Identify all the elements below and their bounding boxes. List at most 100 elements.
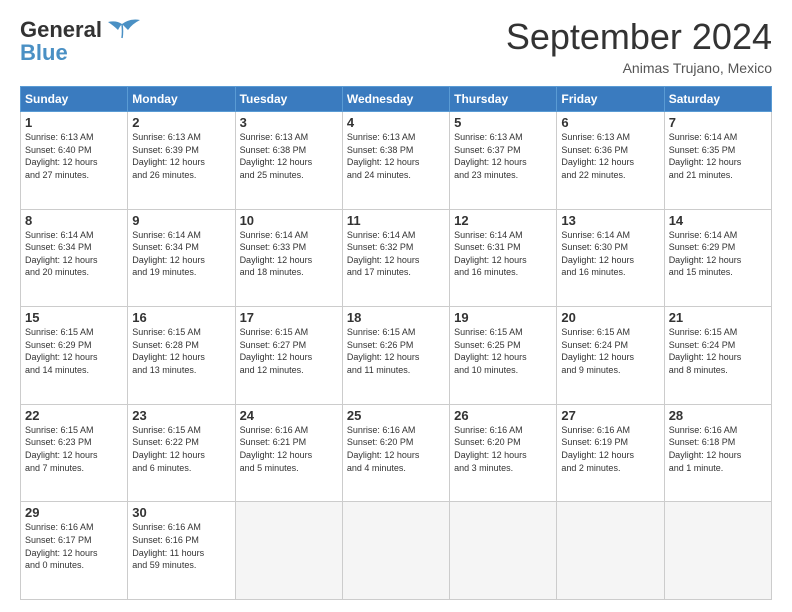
- day-number: 23: [132, 408, 230, 423]
- day-info: Sunrise: 6:16 AMSunset: 6:21 PMDaylight:…: [240, 424, 338, 474]
- day-cell-5: 5 Sunrise: 6:13 AMSunset: 6:37 PMDayligh…: [450, 112, 557, 210]
- day-info: Sunrise: 6:14 AMSunset: 6:30 PMDaylight:…: [561, 229, 659, 279]
- day-info: Sunrise: 6:14 AMSunset: 6:29 PMDaylight:…: [669, 229, 767, 279]
- day-cell-15: 15 Sunrise: 6:15 AMSunset: 6:29 PMDaylig…: [21, 307, 128, 405]
- day-number: 17: [240, 310, 338, 325]
- day-cell-27: 27 Sunrise: 6:16 AMSunset: 6:19 PMDaylig…: [557, 404, 664, 502]
- col-header-thursday: Thursday: [450, 87, 557, 112]
- day-info: Sunrise: 6:13 AMSunset: 6:40 PMDaylight:…: [25, 131, 123, 181]
- day-number: 11: [347, 213, 445, 228]
- day-cell-7: 7 Sunrise: 6:14 AMSunset: 6:35 PMDayligh…: [664, 112, 771, 210]
- empty-cell: [557, 502, 664, 600]
- day-info: Sunrise: 6:13 AMSunset: 6:37 PMDaylight:…: [454, 131, 552, 181]
- day-number: 7: [669, 115, 767, 130]
- day-info: Sunrise: 6:14 AMSunset: 6:32 PMDaylight:…: [347, 229, 445, 279]
- empty-cell: [235, 502, 342, 600]
- empty-cell: [664, 502, 771, 600]
- day-info: Sunrise: 6:15 AMSunset: 6:24 PMDaylight:…: [669, 326, 767, 376]
- day-cell-29: 29 Sunrise: 6:16 AMSunset: 6:17 PMDaylig…: [21, 502, 128, 600]
- col-header-monday: Monday: [128, 87, 235, 112]
- day-cell-11: 11 Sunrise: 6:14 AMSunset: 6:32 PMDaylig…: [342, 209, 449, 307]
- day-number: 22: [25, 408, 123, 423]
- calendar-table: Sunday Monday Tuesday Wednesday Thursday…: [20, 86, 772, 600]
- day-info: Sunrise: 6:16 AMSunset: 6:16 PMDaylight:…: [132, 521, 230, 571]
- day-info: Sunrise: 6:15 AMSunset: 6:26 PMDaylight:…: [347, 326, 445, 376]
- day-cell-28: 28 Sunrise: 6:16 AMSunset: 6:18 PMDaylig…: [664, 404, 771, 502]
- day-cell-9: 9 Sunrise: 6:14 AMSunset: 6:34 PMDayligh…: [128, 209, 235, 307]
- day-number: 19: [454, 310, 552, 325]
- day-info: Sunrise: 6:15 AMSunset: 6:28 PMDaylight:…: [132, 326, 230, 376]
- day-number: 2: [132, 115, 230, 130]
- day-number: 26: [454, 408, 552, 423]
- day-number: 21: [669, 310, 767, 325]
- day-cell-8: 8 Sunrise: 6:14 AMSunset: 6:34 PMDayligh…: [21, 209, 128, 307]
- day-info: Sunrise: 6:15 AMSunset: 6:29 PMDaylight:…: [25, 326, 123, 376]
- day-number: 6: [561, 115, 659, 130]
- day-number: 9: [132, 213, 230, 228]
- col-header-friday: Friday: [557, 87, 664, 112]
- day-cell-20: 20 Sunrise: 6:15 AMSunset: 6:24 PMDaylig…: [557, 307, 664, 405]
- day-cell-16: 16 Sunrise: 6:15 AMSunset: 6:28 PMDaylig…: [128, 307, 235, 405]
- day-cell-25: 25 Sunrise: 6:16 AMSunset: 6:20 PMDaylig…: [342, 404, 449, 502]
- location-subtitle: Animas Trujano, Mexico: [506, 60, 772, 76]
- day-info: Sunrise: 6:15 AMSunset: 6:27 PMDaylight:…: [240, 326, 338, 376]
- day-info: Sunrise: 6:14 AMSunset: 6:34 PMDaylight:…: [132, 229, 230, 279]
- day-number: 14: [669, 213, 767, 228]
- day-info: Sunrise: 6:14 AMSunset: 6:31 PMDaylight:…: [454, 229, 552, 279]
- day-number: 8: [25, 213, 123, 228]
- day-number: 15: [25, 310, 123, 325]
- table-row: 15 Sunrise: 6:15 AMSunset: 6:29 PMDaylig…: [21, 307, 772, 405]
- col-header-tuesday: Tuesday: [235, 87, 342, 112]
- day-cell-17: 17 Sunrise: 6:15 AMSunset: 6:27 PMDaylig…: [235, 307, 342, 405]
- logo: General Blue: [20, 16, 142, 66]
- day-number: 18: [347, 310, 445, 325]
- day-number: 13: [561, 213, 659, 228]
- day-number: 25: [347, 408, 445, 423]
- col-header-saturday: Saturday: [664, 87, 771, 112]
- day-number: 1: [25, 115, 123, 130]
- day-cell-18: 18 Sunrise: 6:15 AMSunset: 6:26 PMDaylig…: [342, 307, 449, 405]
- day-info: Sunrise: 6:13 AMSunset: 6:38 PMDaylight:…: [347, 131, 445, 181]
- day-cell-24: 24 Sunrise: 6:16 AMSunset: 6:21 PMDaylig…: [235, 404, 342, 502]
- day-info: Sunrise: 6:15 AMSunset: 6:24 PMDaylight:…: [561, 326, 659, 376]
- empty-cell: [342, 502, 449, 600]
- day-number: 5: [454, 115, 552, 130]
- day-info: Sunrise: 6:16 AMSunset: 6:17 PMDaylight:…: [25, 521, 123, 571]
- day-cell-12: 12 Sunrise: 6:14 AMSunset: 6:31 PMDaylig…: [450, 209, 557, 307]
- day-info: Sunrise: 6:14 AMSunset: 6:33 PMDaylight:…: [240, 229, 338, 279]
- empty-cell: [450, 502, 557, 600]
- day-cell-10: 10 Sunrise: 6:14 AMSunset: 6:33 PMDaylig…: [235, 209, 342, 307]
- day-number: 30: [132, 505, 230, 520]
- day-info: Sunrise: 6:14 AMSunset: 6:34 PMDaylight:…: [25, 229, 123, 279]
- day-info: Sunrise: 6:14 AMSunset: 6:35 PMDaylight:…: [669, 131, 767, 181]
- day-info: Sunrise: 6:13 AMSunset: 6:36 PMDaylight:…: [561, 131, 659, 181]
- day-info: Sunrise: 6:15 AMSunset: 6:25 PMDaylight:…: [454, 326, 552, 376]
- day-cell-3: 3 Sunrise: 6:13 AMSunset: 6:38 PMDayligh…: [235, 112, 342, 210]
- day-number: 27: [561, 408, 659, 423]
- day-info: Sunrise: 6:13 AMSunset: 6:39 PMDaylight:…: [132, 131, 230, 181]
- day-number: 12: [454, 213, 552, 228]
- day-info: Sunrise: 6:16 AMSunset: 6:20 PMDaylight:…: [347, 424, 445, 474]
- day-cell-23: 23 Sunrise: 6:15 AMSunset: 6:22 PMDaylig…: [128, 404, 235, 502]
- day-cell-30: 30 Sunrise: 6:16 AMSunset: 6:16 PMDaylig…: [128, 502, 235, 600]
- day-number: 24: [240, 408, 338, 423]
- day-cell-19: 19 Sunrise: 6:15 AMSunset: 6:25 PMDaylig…: [450, 307, 557, 405]
- day-cell-6: 6 Sunrise: 6:13 AMSunset: 6:36 PMDayligh…: [557, 112, 664, 210]
- day-info: Sunrise: 6:15 AMSunset: 6:23 PMDaylight:…: [25, 424, 123, 474]
- calendar-header-row: Sunday Monday Tuesday Wednesday Thursday…: [21, 87, 772, 112]
- day-info: Sunrise: 6:16 AMSunset: 6:20 PMDaylight:…: [454, 424, 552, 474]
- day-number: 29: [25, 505, 123, 520]
- header: General Blue September 2024 Animas Truja…: [20, 16, 772, 76]
- table-row: 22 Sunrise: 6:15 AMSunset: 6:23 PMDaylig…: [21, 404, 772, 502]
- table-row: 29 Sunrise: 6:16 AMSunset: 6:17 PMDaylig…: [21, 502, 772, 600]
- day-number: 20: [561, 310, 659, 325]
- table-row: 1 Sunrise: 6:13 AMSunset: 6:40 PMDayligh…: [21, 112, 772, 210]
- day-cell-4: 4 Sunrise: 6:13 AMSunset: 6:38 PMDayligh…: [342, 112, 449, 210]
- logo-bird-icon: [102, 16, 142, 44]
- logo-text: General: [20, 18, 102, 42]
- day-cell-1: 1 Sunrise: 6:13 AMSunset: 6:40 PMDayligh…: [21, 112, 128, 210]
- month-title: September 2024: [506, 16, 772, 58]
- day-number: 4: [347, 115, 445, 130]
- day-number: 28: [669, 408, 767, 423]
- day-info: Sunrise: 6:13 AMSunset: 6:38 PMDaylight:…: [240, 131, 338, 181]
